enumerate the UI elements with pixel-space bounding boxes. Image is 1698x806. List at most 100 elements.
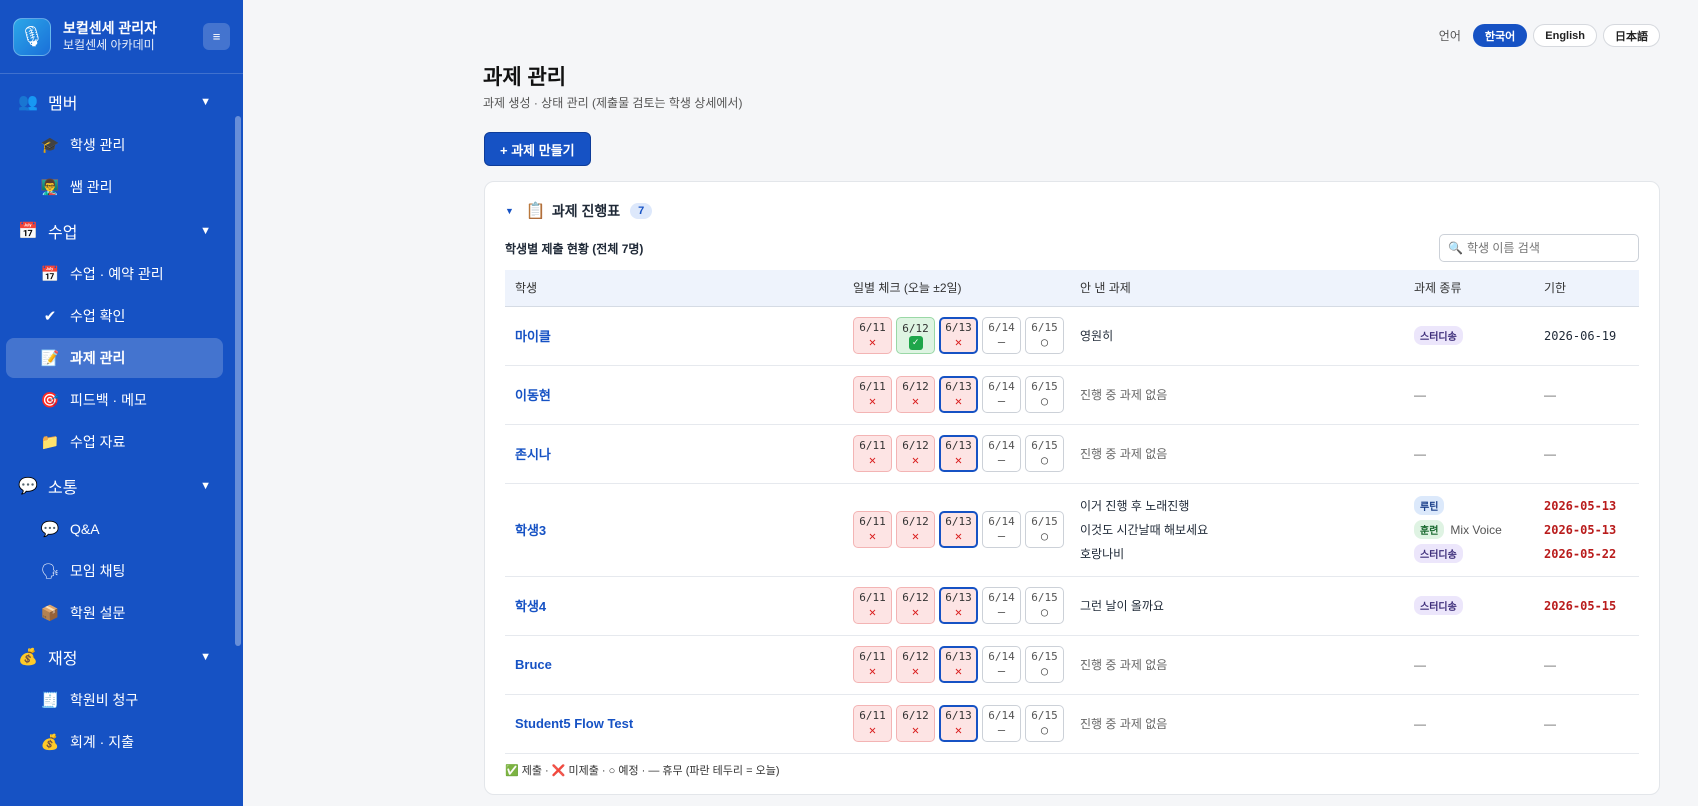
- due-date: 2026-06-19: [1544, 328, 1617, 343]
- day-chip[interactable]: 6/14—: [982, 511, 1021, 548]
- col-student: 학생: [505, 270, 843, 307]
- lang-english-button[interactable]: English: [1533, 24, 1597, 47]
- nav-group[interactable]: 💰 재정 ▼: [0, 635, 243, 679]
- day-chip[interactable]: 6/11 ✕: [853, 511, 892, 548]
- day-chip[interactable]: 6/12 ✕: [896, 646, 935, 683]
- nav-group[interactable]: 💬 소통 ▼: [0, 464, 243, 508]
- task-line: 그런 날이 올까요: [1080, 594, 1404, 618]
- student-name-link[interactable]: 학생3: [515, 523, 546, 538]
- nav-group[interactable]: 📅 수업 ▼: [0, 209, 243, 253]
- empty-dash: —: [1544, 387, 1556, 402]
- day-chip[interactable]: 6/14—: [982, 705, 1021, 742]
- sidebar-item[interactable]: 📅 수업 · 예약 관리: [6, 254, 223, 294]
- task-title[interactable]: 그런 날이 올까요: [1080, 597, 1164, 614]
- student-name-link[interactable]: 학생4: [515, 599, 546, 614]
- day-chip[interactable]: 6/13 ✕: [939, 376, 978, 413]
- day-chip[interactable]: 6/15 ○: [1025, 511, 1064, 548]
- cross-mark-icon: ✕: [954, 453, 963, 467]
- day-chip[interactable]: 6/14—: [982, 376, 1021, 413]
- day-chip[interactable]: 6/11 ✕: [853, 587, 892, 624]
- day-chip[interactable]: 6/12 ✓: [896, 317, 935, 354]
- daily-check-cell: 6/11 ✕ 6/12 ✕ 6/13 ✕ 6/14—6/15 ○: [843, 483, 1070, 577]
- day-chip[interactable]: 6/13 ✕: [939, 511, 978, 548]
- type-list: 스터디송: [1414, 594, 1534, 618]
- sidebar-scrollbar[interactable]: [235, 116, 241, 646]
- day-chip[interactable]: 6/15 ○: [1025, 435, 1064, 472]
- day-chip[interactable]: 6/11 ✕: [853, 646, 892, 683]
- type-line: 스터디송: [1414, 542, 1534, 566]
- student-name-link[interactable]: 이동현: [515, 388, 551, 403]
- collapse-triangle-icon[interactable]: ▼: [505, 206, 514, 216]
- day-date: 6/15: [1031, 591, 1058, 604]
- day-chip[interactable]: 6/13 ✕: [939, 317, 978, 354]
- day-chip[interactable]: 6/14—: [982, 317, 1021, 354]
- card-header[interactable]: ▼ 📋 과제 진행표 7: [505, 201, 653, 221]
- sidebar-item[interactable]: 📦 학원 설문: [6, 593, 223, 633]
- create-assignment-button[interactable]: + 과제 만들기: [484, 132, 591, 166]
- sidebar: 🎙 보컬센세 관리자 보컬센세 아카데미 ≡ 👥 멤버 ▼ 🎓 학생 관리 👨‍🏫 쌤 관리…: [0, 0, 243, 806]
- student-name-link[interactable]: Student5 Flow Test: [515, 716, 633, 731]
- cross-mark-icon: ✕: [868, 723, 877, 737]
- student-cell: 학생4: [505, 576, 843, 636]
- sidebar-item[interactable]: 📝 과제 관리: [6, 338, 223, 378]
- sidebar-item[interactable]: 👨‍🏫 쌤 관리: [6, 167, 223, 207]
- day-chip[interactable]: 6/13 ✕: [939, 705, 978, 742]
- day-chip[interactable]: 6/11 ✕: [853, 705, 892, 742]
- student-name-link[interactable]: Bruce: [515, 657, 552, 672]
- day-chip[interactable]: 6/15 ○: [1025, 587, 1064, 624]
- student-cell: Bruce: [505, 635, 843, 695]
- day-chip[interactable]: 6/14—: [982, 646, 1021, 683]
- nav-group[interactable]: 👥 멤버 ▼: [0, 80, 243, 124]
- lang-japanese-button[interactable]: 日本語: [1603, 24, 1660, 47]
- sidebar-item[interactable]: 🎓 학생 관리: [6, 125, 223, 165]
- group-icon: 💰: [18, 649, 38, 666]
- sidebar-item[interactable]: 💬 Q&A: [6, 509, 223, 549]
- day-chip[interactable]: 6/12 ✕: [896, 435, 935, 472]
- day-date: 6/11: [859, 650, 886, 663]
- empty-dash: —: [1414, 387, 1426, 402]
- student-cell: 마이클: [505, 306, 843, 366]
- day-chip[interactable]: 6/13 ✕: [939, 646, 978, 683]
- day-date: 6/11: [859, 709, 886, 722]
- due-date-cell: 2026-06-19: [1534, 306, 1639, 366]
- sidebar-item[interactable]: 💰 회계 · 지출: [6, 722, 223, 762]
- sidebar-item[interactable]: 🧾 학원비 청구: [6, 680, 223, 720]
- sidebar-item[interactable]: 🎯 피드백 · 메모: [6, 380, 223, 420]
- student-name-link[interactable]: 존시나: [515, 447, 551, 462]
- day-chip[interactable]: 6/11 ✕: [853, 435, 892, 472]
- task-title[interactable]: 이거 진행 후 노래진행: [1080, 497, 1189, 514]
- student-name-link[interactable]: 마이클: [515, 329, 551, 344]
- day-chip[interactable]: 6/14—: [982, 587, 1021, 624]
- task-title[interactable]: 영원히: [1080, 327, 1113, 344]
- day-chip[interactable]: 6/11 ✕: [853, 317, 892, 354]
- task-title[interactable]: 호랑나비: [1080, 545, 1124, 562]
- task-title[interactable]: 이것도 시간날때 해보세요: [1080, 521, 1208, 538]
- day-chip[interactable]: 6/15 ○: [1025, 705, 1064, 742]
- lang-korean-button[interactable]: 한국어: [1472, 24, 1528, 47]
- day-chip[interactable]: 6/13 ✕: [939, 587, 978, 624]
- day-chip[interactable]: 6/12 ✕: [896, 705, 935, 742]
- cross-mark-icon: ✕: [911, 605, 920, 619]
- day-chip[interactable]: 6/11 ✕: [853, 376, 892, 413]
- day-chip[interactable]: 6/12 ✕: [896, 511, 935, 548]
- day-chip[interactable]: 6/14—: [982, 435, 1021, 472]
- day-chip[interactable]: 6/12 ✕: [896, 587, 935, 624]
- item-icon: 🗣: [40, 563, 60, 580]
- sidebar-item[interactable]: 📁 수업 자료: [6, 422, 223, 462]
- menu-toggle-icon[interactable]: ≡: [203, 23, 230, 50]
- day-date: 6/15: [1031, 709, 1058, 722]
- sidebar-item[interactable]: 🗣 모임 채팅: [6, 551, 223, 591]
- student-search-box[interactable]: 🔍: [1439, 234, 1639, 262]
- sidebar-item[interactable]: ✔ 수업 확인: [6, 296, 223, 336]
- due-line: 2026-05-13: [1544, 494, 1639, 518]
- day-chip[interactable]: 6/13 ✕: [939, 435, 978, 472]
- day-chip[interactable]: 6/12 ✕: [896, 376, 935, 413]
- cross-mark-icon: ✕: [868, 453, 877, 467]
- empty-dash: —: [1544, 716, 1556, 731]
- dash-icon: —: [997, 664, 1006, 678]
- language-switcher: 언어 한국어 English 日本語: [1439, 24, 1660, 47]
- day-chip[interactable]: 6/15 ○: [1025, 646, 1064, 683]
- day-chip[interactable]: 6/15 ○: [1025, 376, 1064, 413]
- student-search-input[interactable]: [1466, 241, 1627, 255]
- day-chip[interactable]: 6/15 ○: [1025, 317, 1064, 354]
